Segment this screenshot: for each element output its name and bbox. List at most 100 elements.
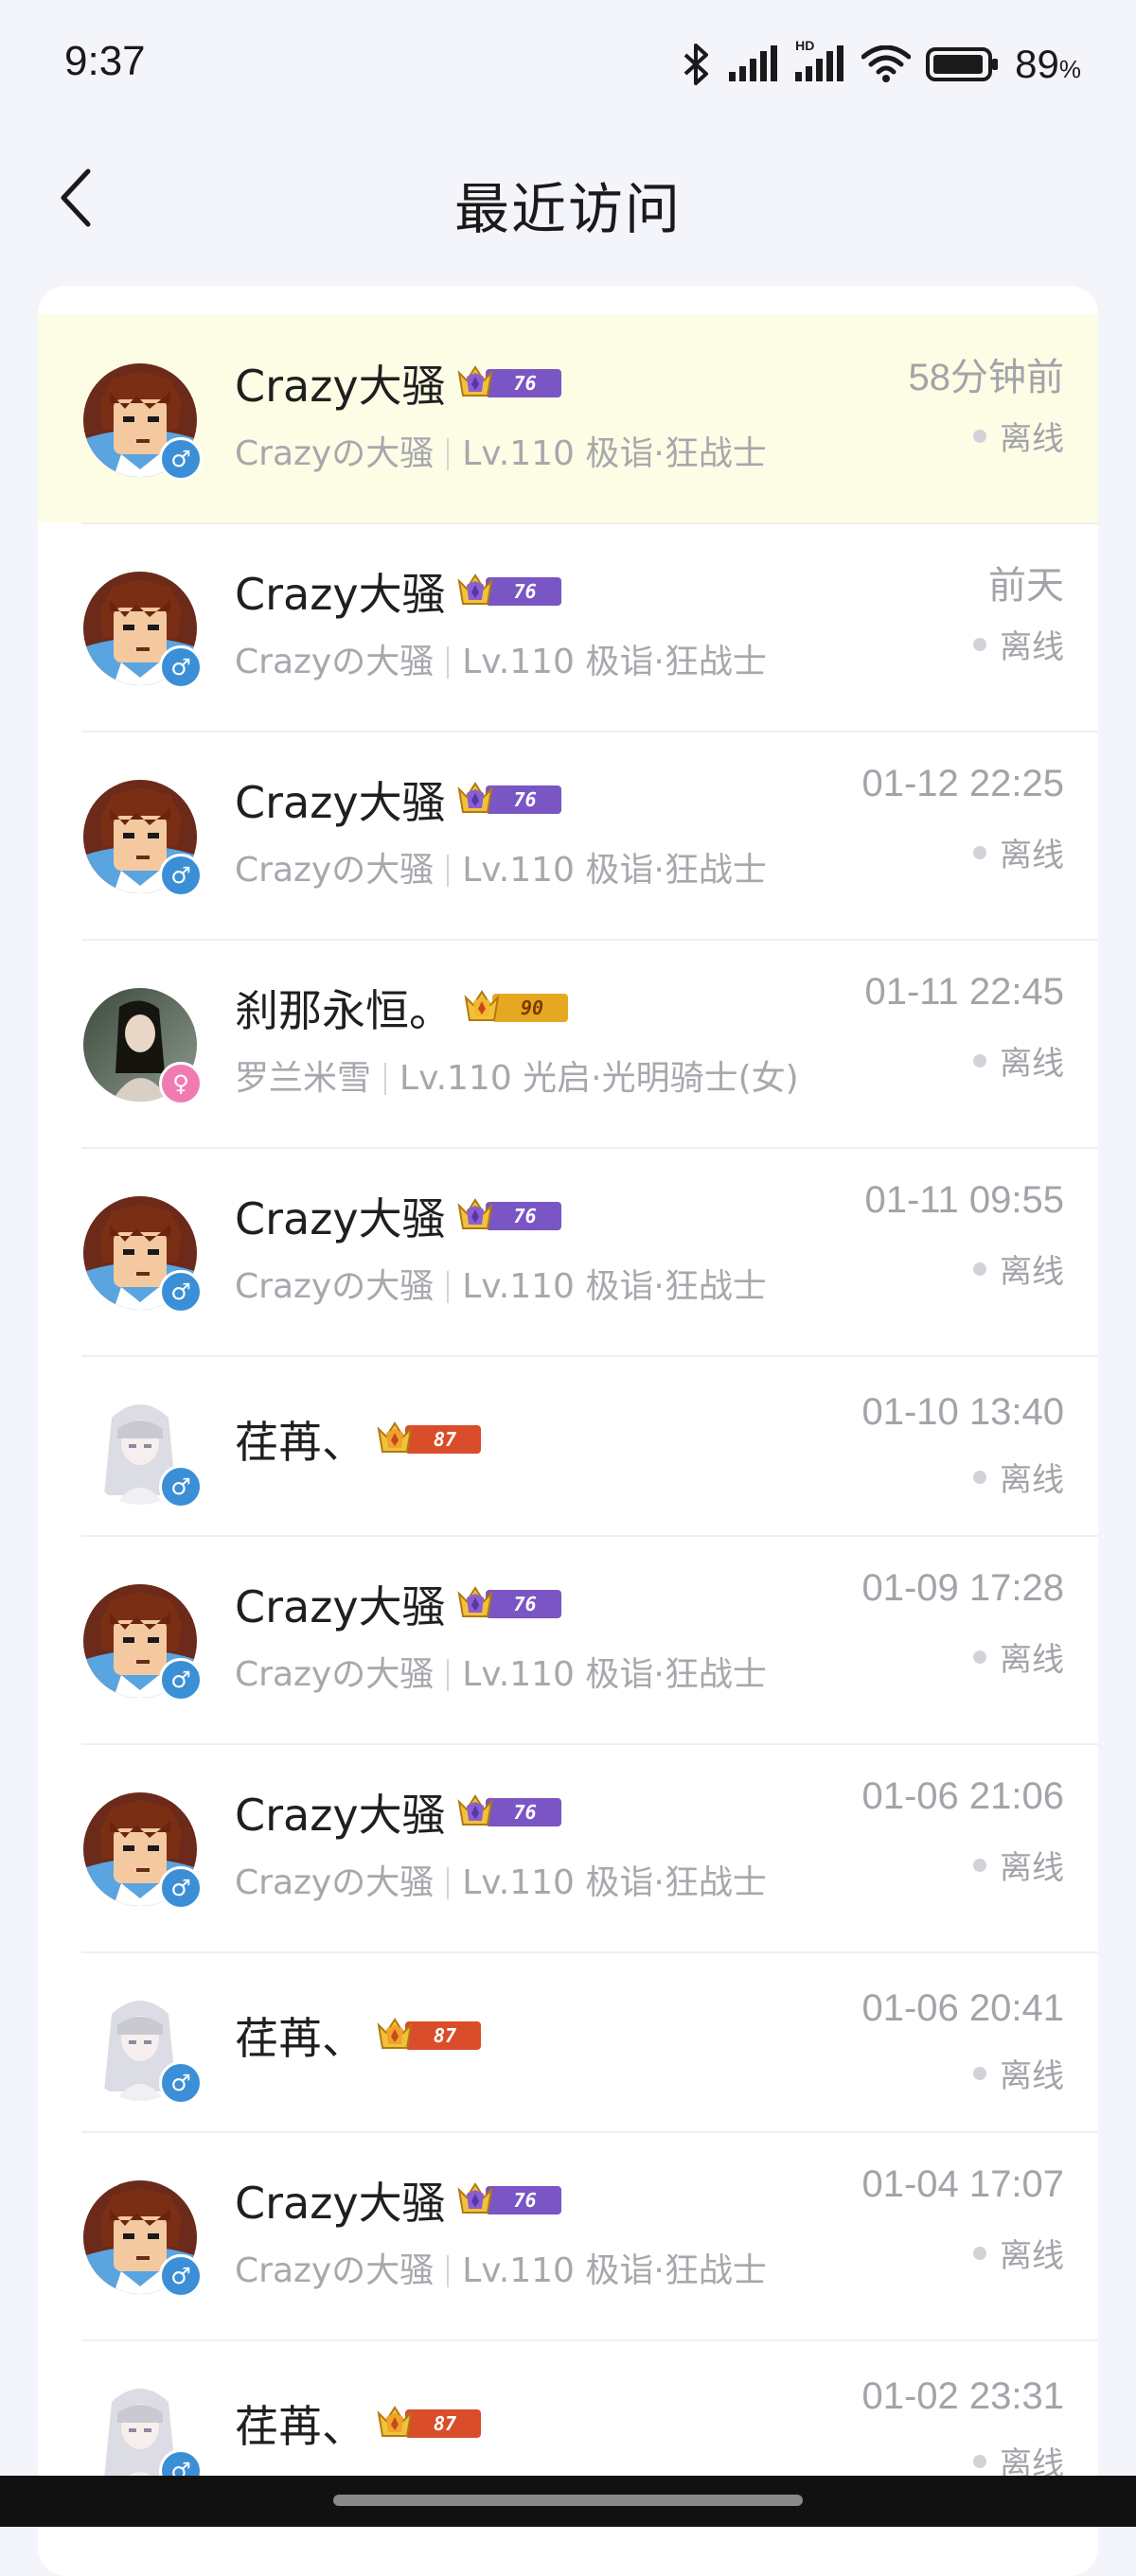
level-value: 87 bbox=[405, 2021, 481, 2050]
visitor-name[interactable]: Crazy大骚 bbox=[235, 768, 446, 831]
character-class: Lv.110 极诣·狂战士 bbox=[462, 851, 767, 890]
avatar[interactable]: ♂ bbox=[83, 363, 203, 481]
row-divider bbox=[81, 1535, 1098, 1537]
bluetooth-icon bbox=[680, 42, 714, 87]
visitor-name[interactable]: Crazy大骚 bbox=[235, 1781, 446, 1844]
crown-icon bbox=[455, 2179, 495, 2222]
level-value: 76 bbox=[485, 785, 561, 814]
character-name: Crazyの大骚 bbox=[235, 1863, 435, 1902]
divider bbox=[447, 1271, 450, 1303]
visit-time: 01-06 20:41 bbox=[861, 1987, 1064, 2029]
character-info: Crazyの大骚 Lv.110 极诣·狂战士 bbox=[235, 842, 767, 891]
visitor-row[interactable]: ♂ Crazy大骚 76 Crazyの大骚 Lv.110 极诣·狂战士 01-04 17:… bbox=[38, 2131, 1098, 2339]
visitor-name[interactable]: Crazy大骚 bbox=[235, 352, 446, 415]
header: 最近访问 bbox=[0, 142, 1136, 256]
avatar[interactable]: ♂ bbox=[83, 1391, 203, 1509]
avatar[interactable]: ♂ bbox=[83, 1987, 203, 2105]
character-name: Crazyの大骚 bbox=[235, 1655, 435, 1694]
status-time: 9:37 bbox=[64, 38, 146, 84]
visitor-row[interactable]: ♂ Crazy大骚 76 Crazyの大骚 Lv.110 极诣·狂战士 58分钟前离线 bbox=[38, 314, 1098, 522]
visitor-name[interactable]: Crazy大骚 bbox=[235, 1185, 446, 1247]
crown-icon bbox=[455, 1194, 495, 1238]
battery-value: 89 bbox=[1015, 42, 1059, 86]
divider bbox=[447, 2255, 450, 2287]
online-status: 离线 bbox=[973, 1037, 1064, 1084]
level-badge: 76 bbox=[455, 573, 561, 609]
character-info: 罗兰米雪 Lv.110 光启·光明骑士(女) bbox=[235, 1050, 799, 1100]
visitor-row[interactable]: ♀ 刹那永恒。 90 罗兰米雪 Lv.110 光启·光明骑士(女) 01-11 22:45… bbox=[38, 939, 1098, 1147]
name-line: Crazy大骚 76 bbox=[235, 352, 561, 415]
status-dot bbox=[973, 2454, 986, 2468]
level-badge: 90 bbox=[462, 990, 568, 1026]
online-status: 离线 bbox=[973, 829, 1064, 875]
level-value: 87 bbox=[405, 2409, 481, 2438]
online-status: 离线 bbox=[973, 1633, 1064, 1680]
divider bbox=[447, 1659, 450, 1691]
visitor-row[interactable]: ♂ Crazy大骚 76 Crazyの大骚 Lv.110 极诣·狂战士 01-06 21:… bbox=[38, 1743, 1098, 1951]
status-label: 离线 bbox=[1000, 1253, 1064, 1291]
home-indicator[interactable] bbox=[333, 2495, 803, 2506]
name-line: Crazy大骚 76 bbox=[235, 768, 561, 831]
visitor-name[interactable]: 荏苒、 bbox=[235, 2004, 365, 2067]
visitor-list: ♂ Crazy大骚 76 Crazyの大骚 Lv.110 极诣·狂战士 58分钟前 离线 ♂ C… bbox=[38, 286, 1098, 2576]
status-dot bbox=[973, 2246, 986, 2260]
status-label: 离线 bbox=[1000, 1849, 1064, 1887]
status-icons: HD 89% bbox=[680, 38, 1081, 87]
avatar[interactable]: ♂ bbox=[83, 2375, 203, 2493]
online-status: 离线 bbox=[973, 2230, 1064, 2276]
avatar[interactable]: ♂ bbox=[83, 1584, 203, 1702]
visit-time: 01-04 17:07 bbox=[861, 2163, 1064, 2205]
status-label: 离线 bbox=[1000, 1461, 1064, 1499]
visitor-name[interactable]: 荏苒、 bbox=[235, 2392, 365, 2455]
visitor-row[interactable]: ♂ Crazy大骚 76 Crazyの大骚 Lv.110 极诣·狂战士 前天 离线 bbox=[38, 522, 1098, 731]
visitor-name[interactable]: Crazy大骚 bbox=[235, 2169, 446, 2232]
visitor-row[interactable]: ♂ Crazy大骚 76 Crazyの大骚 Lv.110 极诣·狂战士 01-09 17:… bbox=[38, 1535, 1098, 1743]
row-divider bbox=[81, 731, 1098, 732]
visitor-name[interactable]: 刹那永恒。 bbox=[235, 977, 453, 1039]
name-line: Crazy大骚 76 bbox=[235, 560, 561, 623]
character-info: Crazyの大骚 Lv.110 极诣·狂战士 bbox=[235, 1259, 767, 1308]
character-info: Crazyの大骚 Lv.110 极诣·狂战士 bbox=[235, 426, 767, 475]
visitor-row[interactable]: ♂ Crazy大骚 76 Crazyの大骚 Lv.110 极诣·狂战士 01-11 09:… bbox=[38, 1147, 1098, 1355]
level-badge: 76 bbox=[455, 365, 561, 401]
level-badge: 76 bbox=[455, 782, 561, 818]
crown-icon bbox=[455, 1582, 495, 1626]
visitor-row[interactable]: ♂ 荏苒、 87 01-06 20:41 离线 bbox=[38, 1951, 1098, 2131]
level-value: 87 bbox=[405, 1425, 481, 1454]
male-icon: ♂ bbox=[159, 1866, 203, 1910]
online-status: 离线 bbox=[973, 413, 1064, 459]
status-label: 离线 bbox=[1000, 1045, 1064, 1083]
level-badge: 87 bbox=[375, 2406, 481, 2442]
status-dot bbox=[973, 1262, 986, 1276]
character-name: Crazyの大骚 bbox=[235, 1267, 435, 1306]
avatar[interactable]: ♂ bbox=[83, 2180, 203, 2298]
visitor-name[interactable]: 荏苒、 bbox=[235, 1408, 365, 1471]
status-label: 离线 bbox=[1000, 420, 1064, 458]
level-value: 76 bbox=[485, 1798, 561, 1826]
status-dot bbox=[973, 637, 986, 651]
battery-unit: % bbox=[1058, 55, 1081, 83]
divider bbox=[384, 1063, 387, 1095]
status-label: 离线 bbox=[1000, 628, 1064, 666]
avatar[interactable]: ♀ bbox=[83, 988, 203, 1105]
visitor-name[interactable]: Crazy大骚 bbox=[235, 560, 446, 623]
visitor-name[interactable]: Crazy大骚 bbox=[235, 1573, 446, 1635]
crown-icon bbox=[375, 2014, 415, 2057]
crown-icon bbox=[455, 362, 495, 405]
avatar[interactable]: ♂ bbox=[83, 1196, 203, 1314]
online-status: 离线 bbox=[973, 621, 1064, 667]
status-dot bbox=[973, 2066, 986, 2080]
character-name: Crazyの大骚 bbox=[235, 434, 435, 473]
avatar[interactable]: ♂ bbox=[83, 780, 203, 897]
character-name: Crazyの大骚 bbox=[235, 643, 435, 681]
visitor-row[interactable]: ♂ 荏苒、 87 01-10 13:40 离线 bbox=[38, 1355, 1098, 1535]
male-icon: ♂ bbox=[159, 1270, 203, 1314]
avatar[interactable]: ♂ bbox=[83, 1792, 203, 1910]
visit-time: 58分钟前 bbox=[908, 357, 1065, 398]
character-class: Lv.110 光启·光明骑士(女) bbox=[399, 1059, 799, 1098]
male-icon: ♂ bbox=[159, 437, 203, 481]
visitor-row[interactable]: ♂ Crazy大骚 76 Crazyの大骚 Lv.110 极诣·狂战士 01-12 22:… bbox=[38, 731, 1098, 939]
avatar[interactable]: ♂ bbox=[83, 572, 203, 689]
male-icon: ♂ bbox=[159, 2254, 203, 2298]
character-info: Crazyの大骚 Lv.110 极诣·狂战士 bbox=[235, 1855, 767, 1904]
